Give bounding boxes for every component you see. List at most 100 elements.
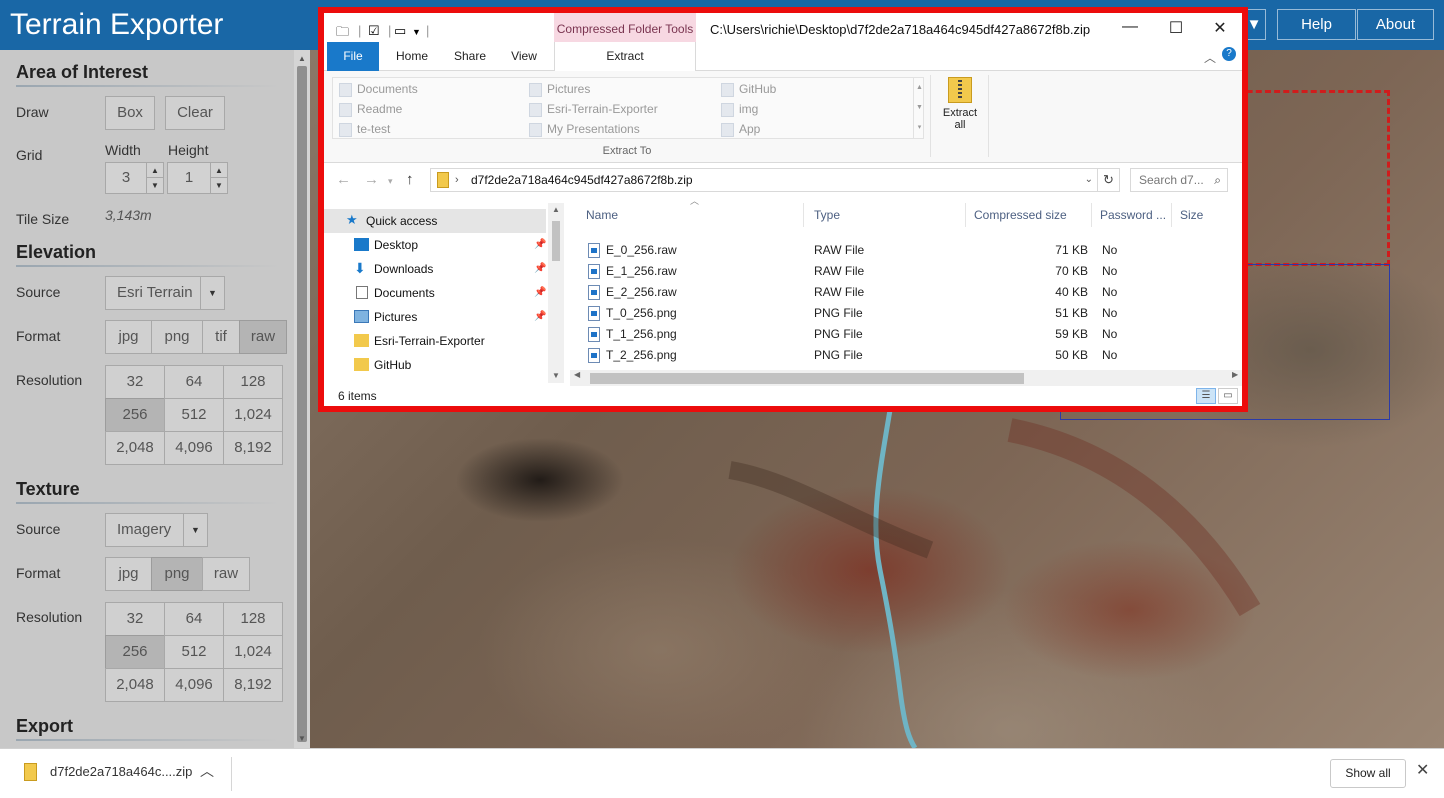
customize-toolbar-icon[interactable]: ▼ [412, 27, 421, 37]
scroll-down-icon[interactable]: ▼ [548, 371, 564, 380]
elevation-source-select[interactable]: Esri Terrain ▼ [105, 276, 225, 310]
close-button[interactable]: ✕ [1200, 18, 1240, 38]
minimize-button[interactable]: — [1110, 18, 1150, 36]
extract-to-item[interactable]: Documents [339, 82, 418, 97]
nav-item-downloads[interactable]: ⬇ Downloads 📌 [324, 257, 546, 281]
pin-icon[interactable]: 📌 [534, 281, 546, 305]
tab-home[interactable]: Home [386, 42, 438, 71]
pin-icon[interactable]: 📌 [534, 305, 546, 329]
file-row[interactable]: E_1_256.raw RAW File 70 KB No [570, 261, 1242, 282]
tab-share[interactable]: Share [444, 42, 496, 71]
grid-width-stepper[interactable]: ▲ ▼ [146, 162, 164, 194]
chevron-up-icon[interactable]: ︿ [200, 761, 214, 781]
scroll-up-icon[interactable]: ▲ [297, 54, 307, 63]
help-icon[interactable]: ? [1222, 47, 1236, 61]
column-header-size[interactable]: Size [1172, 203, 1242, 227]
download-item[interactable]: d7f2de2a718a464c....zip [24, 764, 192, 779]
extract-to-item[interactable]: Esri-Terrain-Exporter [529, 102, 658, 117]
maximize-button[interactable]: ☐ [1156, 18, 1196, 38]
about-button[interactable]: About [1357, 9, 1434, 40]
texture-res-128[interactable]: 128 [223, 602, 283, 636]
nav-item-desktop[interactable]: Desktop 📌 [324, 233, 546, 257]
pin-icon[interactable]: 📌 [534, 233, 546, 257]
help-button[interactable]: Help [1277, 9, 1356, 40]
texture-res-512[interactable]: 512 [164, 635, 224, 669]
properties-icon[interactable]: ☑ [368, 23, 380, 39]
texture-res-4096[interactable]: 4,096 [164, 668, 224, 702]
extract-all-button[interactable]: Extract all [936, 77, 984, 151]
nav-item-quick-access[interactable]: ★ Quick access [324, 209, 546, 233]
draw-box-button[interactable]: Box [105, 96, 155, 130]
close-icon[interactable]: ✕ [1416, 760, 1429, 780]
file-row[interactable]: T_0_256.png PNG File 51 KB No [570, 303, 1242, 324]
forward-arrow-icon[interactable]: → [364, 171, 379, 188]
details-view-icon[interactable]: ☰ [1196, 388, 1216, 404]
nav-item-documents[interactable]: Documents 📌 [324, 281, 546, 305]
elevation-format-png[interactable]: png [151, 320, 203, 354]
new-folder-icon[interactable]: ▭ [394, 23, 406, 39]
elevation-res-1024[interactable]: 1,024 [223, 398, 283, 432]
search-input[interactable]: Search d7... ⌕ [1130, 168, 1228, 192]
grid-height-input[interactable]: 1 [167, 162, 211, 194]
scroll-up-icon[interactable]: ▲ [548, 205, 564, 214]
texture-source-select[interactable]: Imagery ▼ [105, 513, 208, 547]
extract-to-item[interactable]: Readme [339, 102, 402, 117]
nav-item-esri-terrain-exporter[interactable]: Esri-Terrain-Exporter [324, 329, 546, 353]
texture-format-raw[interactable]: raw [202, 557, 250, 591]
extract-to-item[interactable]: App [721, 122, 760, 137]
gallery-scroll[interactable]: ▲ ▼ ▾ [913, 78, 925, 138]
file-row[interactable]: E_0_256.raw RAW File 71 KB No [570, 240, 1242, 261]
elevation-res-128[interactable]: 128 [223, 365, 283, 399]
elevation-res-64[interactable]: 64 [164, 365, 224, 399]
pin-icon[interactable]: 📌 [534, 257, 546, 281]
file-row[interactable]: T_1_256.png PNG File 59 KB No [570, 324, 1242, 345]
texture-res-8192[interactable]: 8,192 [223, 668, 283, 702]
nav-item-github[interactable]: GitHub [324, 353, 546, 377]
extract-to-item[interactable]: te-test [339, 122, 390, 137]
elevation-res-8192[interactable]: 8,192 [223, 431, 283, 465]
tab-view[interactable]: View [500, 42, 548, 71]
tab-file[interactable]: File [327, 42, 379, 71]
sidebar-scroll-thumb[interactable] [297, 66, 307, 742]
texture-res-256[interactable]: 256 [105, 635, 165, 669]
clear-button[interactable]: Clear [165, 96, 225, 130]
elevation-res-2048[interactable]: 2,048 [105, 431, 165, 465]
extract-to-item[interactable]: GitHub [721, 82, 776, 97]
nav-scroll-thumb[interactable] [552, 221, 560, 261]
elevation-res-512[interactable]: 512 [164, 398, 224, 432]
texture-res-64[interactable]: 64 [164, 602, 224, 636]
hscroll-thumb[interactable] [590, 373, 1024, 384]
texture-res-2048[interactable]: 2,048 [105, 668, 165, 702]
texture-format-png[interactable]: png [151, 557, 203, 591]
texture-res-32[interactable]: 32 [105, 602, 165, 636]
address-bar[interactable]: › d7f2de2a718a464c945df427a8672f8b.zip ⌄ [430, 168, 1098, 192]
file-row[interactable]: T_2_256.png PNG File 50 KB No [570, 345, 1242, 366]
nav-item-pictures[interactable]: Pictures 📌 [324, 305, 546, 329]
elevation-format-jpg[interactable]: jpg [105, 320, 152, 354]
texture-format-jpg[interactable]: jpg [105, 557, 152, 591]
column-header-compressed-size[interactable]: Compressed size [966, 203, 1092, 227]
elevation-format-raw[interactable]: raw [239, 320, 287, 354]
column-header-name[interactable]: Name [578, 203, 804, 227]
elevation-res-4096[interactable]: 4,096 [164, 431, 224, 465]
grid-height-stepper[interactable]: ▲ ▼ [210, 162, 228, 194]
recent-locations-icon[interactable]: ▾ [388, 176, 393, 187]
column-header-password[interactable]: Password ... [1092, 203, 1172, 227]
up-arrow-icon[interactable]: ↑ [406, 171, 414, 188]
texture-res-1024[interactable]: 1,024 [223, 635, 283, 669]
elevation-format-tif[interactable]: tif [202, 320, 240, 354]
tab-extract[interactable]: Extract [554, 42, 696, 72]
extract-to-item[interactable]: My Presentations [529, 122, 640, 137]
file-row[interactable]: E_2_256.raw RAW File 40 KB No [570, 282, 1242, 303]
scroll-left-icon[interactable]: ◀ [574, 370, 580, 379]
scroll-right-icon[interactable]: ▶ [1232, 370, 1238, 379]
extract-to-item[interactable]: Pictures [529, 82, 590, 97]
elevation-res-32[interactable]: 32 [105, 365, 165, 399]
chevron-up-icon[interactable]: ︿ [1204, 49, 1216, 66]
back-arrow-icon[interactable]: ← [336, 171, 351, 188]
elevation-res-256[interactable]: 256 [105, 398, 165, 432]
scroll-down-icon[interactable]: ▼ [297, 734, 307, 743]
extract-to-item[interactable]: img [721, 102, 758, 117]
chevron-down-icon[interactable]: ⌄ [1085, 169, 1093, 191]
show-all-button[interactable]: Show all [1330, 759, 1406, 788]
